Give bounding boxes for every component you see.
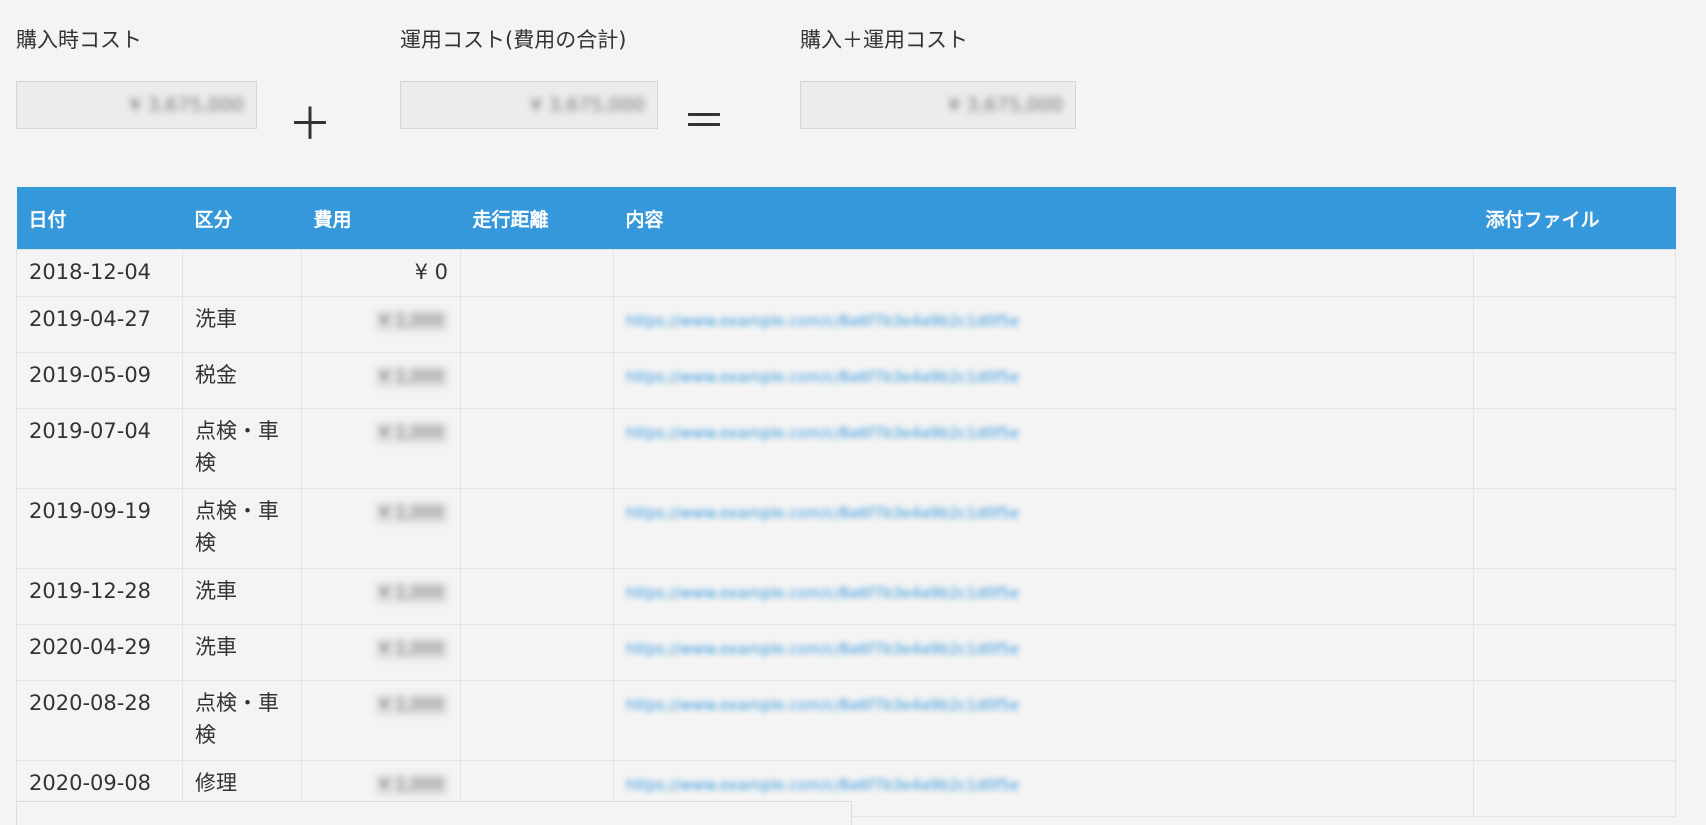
cell-distance bbox=[460, 352, 614, 409]
cell-cost: ¥ 1,000 bbox=[301, 296, 461, 353]
cell-date: 2019-04-27 bbox=[16, 296, 183, 353]
vehicle-cost-page: 購入時コスト ¥ 3,675,000 ＋ 運用コスト(費用の合計) ¥ 3,67… bbox=[0, 0, 1706, 825]
table-row: 2018-12-04 ¥ 0 bbox=[16, 249, 1676, 297]
cell-attachment bbox=[1473, 488, 1676, 569]
cell-date: 2020-04-29 bbox=[16, 624, 183, 681]
cost-value: ¥ 1,000 bbox=[375, 694, 448, 716]
header-date[interactable]: 日付 bbox=[16, 187, 183, 250]
content-link[interactable]: https://www.example.com/c/8a6f7b3e4a9b2c… bbox=[626, 577, 1019, 609]
cell-cost: ¥ 1,000 bbox=[301, 352, 461, 409]
cell-cost: ¥ 1,000 bbox=[301, 408, 461, 489]
content-link[interactable]: https://www.example.com/c/8a6f7b3e4a9b2c… bbox=[626, 689, 1019, 721]
cell-attachment bbox=[1473, 760, 1676, 817]
table-row: 2020-04-29 洗車 ¥ 1,000 https://www.exampl… bbox=[16, 624, 1676, 681]
table-row: 2019-12-28 洗車 ¥ 1,000 https://www.exampl… bbox=[16, 568, 1676, 625]
table-row: 2019-04-27 洗車 ¥ 1,000 https://www.exampl… bbox=[16, 296, 1676, 353]
cell-distance bbox=[460, 568, 614, 625]
cell-distance bbox=[460, 680, 614, 761]
header-content[interactable]: 内容 bbox=[613, 187, 1474, 250]
cell-date: 2019-09-19 bbox=[16, 488, 183, 569]
cell-date: 2019-07-04 bbox=[16, 408, 183, 489]
content-link[interactable]: https://www.example.com/c/8a6f7b3e4a9b2c… bbox=[626, 361, 1019, 393]
cost-value: ¥ 1,000 bbox=[375, 502, 448, 524]
cost-value: ¥ 1,000 bbox=[375, 638, 448, 660]
equals-sign: ＝ bbox=[682, 96, 726, 147]
cell-date: 2018-12-04 bbox=[16, 249, 183, 297]
cost-table-container: 日付 区分 費用 走行距離 内容 添付ファイル 2018-12-04 ¥ 0 2… bbox=[16, 187, 1676, 817]
operation-cost-field: ¥ 3,675,000 bbox=[400, 81, 658, 129]
cell-date: 2020-08-28 bbox=[16, 680, 183, 761]
content-link[interactable]: https://www.example.com/c/8a6f7b3e4a9b2c… bbox=[626, 633, 1019, 665]
total-cost-field: ¥ 3,675,000 bbox=[800, 81, 1076, 129]
cell-content: https://www.example.com/c/8a6f7b3e4a9b2c… bbox=[613, 568, 1474, 625]
cell-attachment bbox=[1473, 249, 1676, 297]
cell-cost: ¥ 1,000 bbox=[301, 488, 461, 569]
cell-date: 2019-12-28 bbox=[16, 568, 183, 625]
cell-content: https://www.example.com/c/8a6f7b3e4a9b2c… bbox=[613, 408, 1474, 489]
cost-table: 日付 区分 費用 走行距離 内容 添付ファイル 2018-12-04 ¥ 0 2… bbox=[16, 187, 1676, 817]
purchase-cost-value: ¥ 3,675,000 bbox=[129, 94, 244, 116]
purchase-cost-label: 購入時コスト bbox=[16, 28, 142, 52]
cell-cost: ¥ 1,000 bbox=[301, 568, 461, 625]
content-link[interactable]: https://www.example.com/c/8a6f7b3e4a9b2c… bbox=[626, 305, 1019, 337]
operation-cost-label: 運用コスト(費用の合計) bbox=[400, 28, 627, 52]
cell-distance bbox=[460, 624, 614, 681]
cell-attachment bbox=[1473, 296, 1676, 353]
cell-distance bbox=[460, 408, 614, 489]
cell-attachment bbox=[1473, 624, 1676, 681]
cell-category: 点検・車検 bbox=[182, 408, 302, 489]
cost-value: ¥ 1,000 bbox=[375, 310, 448, 332]
cell-category: 洗車 bbox=[182, 296, 302, 353]
cell-content: https://www.example.com/c/8a6f7b3e4a9b2c… bbox=[613, 296, 1474, 353]
cell-category: 税金 bbox=[182, 352, 302, 409]
cell-category: 点検・車検 bbox=[182, 680, 302, 761]
cell-attachment bbox=[1473, 568, 1676, 625]
cell-distance bbox=[460, 296, 614, 353]
total-cost-label: 購入＋運用コスト bbox=[800, 28, 968, 52]
content-link[interactable]: https://www.example.com/c/8a6f7b3e4a9b2c… bbox=[626, 417, 1019, 449]
cost-value: ¥ 1,000 bbox=[375, 774, 448, 796]
cell-cost: ¥ 0 bbox=[301, 249, 461, 297]
table-row: 2019-05-09 税金 ¥ 1,000 https://www.exampl… bbox=[16, 352, 1676, 409]
cell-content: https://www.example.com/c/8a6f7b3e4a9b2c… bbox=[613, 488, 1474, 569]
table-row: 2019-07-04 点検・車検 ¥ 1,000 https://www.exa… bbox=[16, 408, 1676, 489]
header-category[interactable]: 区分 bbox=[182, 187, 302, 250]
bottom-panel bbox=[16, 801, 852, 825]
cell-attachment bbox=[1473, 408, 1676, 489]
cell-attachment bbox=[1473, 352, 1676, 409]
purchase-cost-field: ¥ 3,675,000 bbox=[16, 81, 257, 129]
table-row: 2020-08-28 点検・車検 ¥ 1,000 https://www.exa… bbox=[16, 680, 1676, 761]
cell-content: https://www.example.com/c/8a6f7b3e4a9b2c… bbox=[613, 680, 1474, 761]
cell-cost: ¥ 1,000 bbox=[301, 680, 461, 761]
cost-value: ¥ 1,000 bbox=[375, 582, 448, 604]
table-header-row: 日付 区分 費用 走行距離 内容 添付ファイル bbox=[16, 187, 1676, 250]
cell-content: https://www.example.com/c/8a6f7b3e4a9b2c… bbox=[613, 624, 1474, 681]
cost-value: ¥ 1,000 bbox=[375, 422, 448, 444]
cell-distance bbox=[460, 249, 614, 297]
header-cost[interactable]: 費用 bbox=[301, 187, 461, 250]
plus-sign: ＋ bbox=[288, 99, 332, 150]
header-attachment[interactable]: 添付ファイル bbox=[1473, 187, 1676, 250]
cell-category: 洗車 bbox=[182, 624, 302, 681]
cell-cost: ¥ 1,000 bbox=[301, 624, 461, 681]
operation-cost-value: ¥ 3,675,000 bbox=[530, 94, 645, 116]
cost-value: ¥ 1,000 bbox=[375, 366, 448, 388]
cell-distance bbox=[460, 488, 614, 569]
cell-content: https://www.example.com/c/8a6f7b3e4a9b2c… bbox=[613, 352, 1474, 409]
total-cost-value: ¥ 3,675,000 bbox=[948, 94, 1063, 116]
cell-attachment bbox=[1473, 680, 1676, 761]
content-link[interactable]: https://www.example.com/c/8a6f7b3e4a9b2c… bbox=[626, 769, 1019, 801]
cell-category: 洗車 bbox=[182, 568, 302, 625]
cell-date: 2019-05-09 bbox=[16, 352, 183, 409]
cell-category: 点検・車検 bbox=[182, 488, 302, 569]
cell-content bbox=[613, 249, 1474, 297]
cell-category bbox=[182, 249, 302, 297]
header-distance[interactable]: 走行距離 bbox=[460, 187, 614, 250]
table-row: 2019-09-19 点検・車検 ¥ 1,000 https://www.exa… bbox=[16, 488, 1676, 569]
content-link[interactable]: https://www.example.com/c/8a6f7b3e4a9b2c… bbox=[626, 497, 1019, 529]
